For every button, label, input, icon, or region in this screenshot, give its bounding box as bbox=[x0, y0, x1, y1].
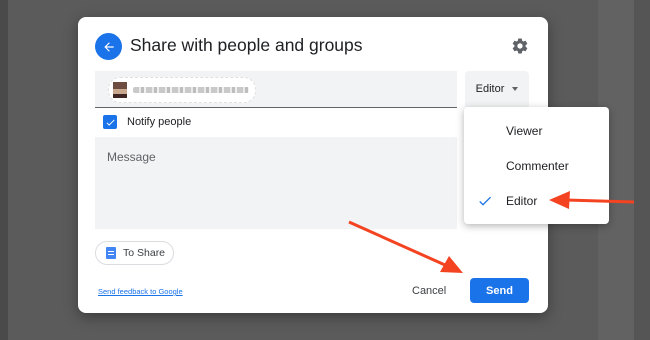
annotation-arrow-editor bbox=[549, 191, 635, 209]
annotation-arrows bbox=[348, 191, 635, 273]
annotation-arrow-send bbox=[348, 220, 463, 273]
